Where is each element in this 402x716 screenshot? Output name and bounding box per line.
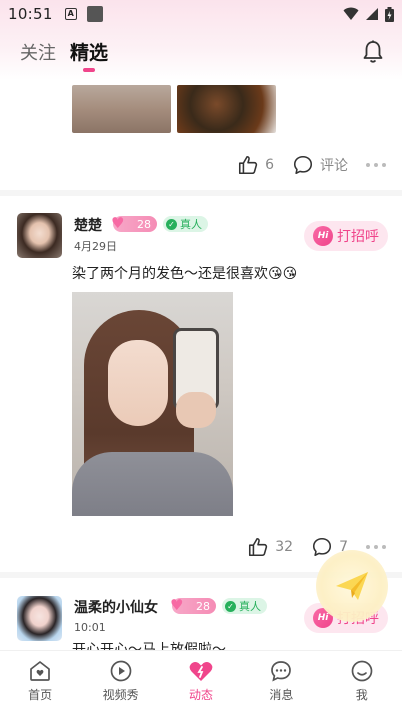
heart-badge-icon: ♥ (111, 214, 125, 232)
tab-featured[interactable]: 精选 (70, 38, 108, 65)
top-tabs: 关注 精选 (20, 38, 108, 65)
level-badge: ♥ 28 (111, 214, 157, 232)
bottom-nav: 首页 视频秀 动态 消息 我 (0, 650, 402, 716)
post-date: 10:01 (74, 621, 106, 634)
nav-video[interactable]: 视频秀 (86, 659, 156, 703)
nav-home[interactable]: 首页 (5, 659, 75, 703)
prev-post-photo[interactable] (72, 85, 171, 133)
status-time: 10:51 (8, 5, 53, 23)
like-button[interactable]: 6 (237, 154, 274, 176)
avatar[interactable] (17, 596, 62, 641)
comment-icon (313, 537, 332, 557)
tab-following[interactable]: 关注 (20, 39, 56, 65)
verified-badge: ✓ 真人 (163, 216, 208, 232)
chat-icon (271, 661, 292, 682)
post-photo[interactable] (72, 292, 233, 516)
wifi-icon (343, 7, 359, 20)
publish-fab[interactable] (316, 550, 388, 622)
notification-square-icon (86, 6, 103, 22)
signal-icon (366, 8, 378, 20)
battery-icon (385, 6, 394, 22)
username[interactable]: 温柔的小仙女 (74, 597, 158, 617)
more-icon[interactable] (366, 545, 386, 549)
hi-icon: Hi (313, 226, 333, 246)
comment-button[interactable]: 评论 (292, 154, 348, 176)
post-date: 4月29日 (74, 240, 117, 253)
home-heart-icon (30, 661, 51, 681)
verified-badge: ✓ 真人 (222, 598, 267, 614)
smile-icon (351, 660, 373, 682)
prev-post-food-photo[interactable] (177, 85, 276, 133)
app-a-icon: A (64, 8, 77, 20)
greet-label: 打招呼 (337, 229, 379, 245)
comment-label: 评论 (320, 158, 348, 174)
nav-messages[interactable]: 消息 (246, 659, 316, 703)
active-tab-indicator (83, 68, 95, 72)
check-icon: ✓ (166, 218, 177, 230)
post-content: 染了两个月的发色～还是很喜欢😘😘 (72, 266, 298, 282)
username[interactable]: 楚楚 (74, 215, 102, 235)
greet-button[interactable]: Hi 打招呼 (304, 221, 388, 251)
thumbs-up-icon (249, 537, 268, 557)
prev-post-images (72, 85, 276, 133)
play-icon (110, 660, 131, 682)
check-icon: ✓ (225, 600, 236, 612)
post-divider (0, 190, 402, 196)
heart-icon (189, 661, 213, 681)
bell-icon[interactable] (362, 40, 384, 68)
heart-badge-icon: ♥ (170, 596, 184, 614)
level-badge: ♥ 28 (170, 596, 216, 614)
paper-plane-icon (336, 572, 368, 600)
avatar[interactable] (17, 213, 62, 258)
like-count: 6 (265, 157, 274, 173)
prev-post-actions: 6 评论 (237, 154, 386, 176)
more-icon[interactable] (366, 163, 386, 167)
nav-moments[interactable]: 动态 (166, 659, 236, 703)
status-bar: 10:51 A (0, 0, 402, 28)
like-button[interactable]: 32 (247, 536, 293, 558)
comment-icon (293, 155, 313, 175)
thumbs-up-icon (239, 155, 258, 175)
like-count: 32 (275, 539, 294, 555)
nav-me[interactable]: 我 (327, 659, 397, 703)
